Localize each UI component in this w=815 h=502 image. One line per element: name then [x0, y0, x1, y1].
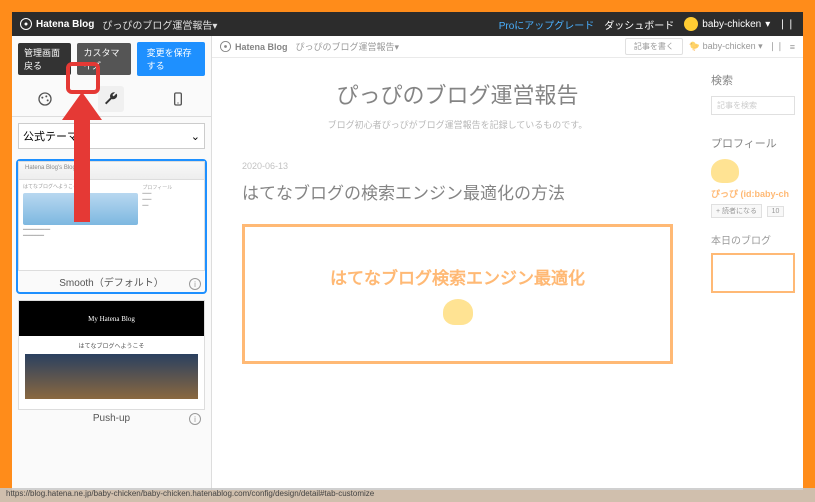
theme-preview-header: My Hatena Blog — [19, 301, 204, 336]
chick-illustration — [443, 299, 473, 325]
tab-palette[interactable] — [32, 86, 58, 112]
username-label: baby-chicken — [702, 19, 761, 30]
theme-list: Hatena Blog's Blog はてなブログへようこそ ━━━━━━━━━… — [12, 155, 211, 490]
bookmark-icon[interactable]: ❘❘ — [769, 41, 784, 52]
theme-preview-text: はてなブログへようこそ — [19, 336, 204, 354]
profile-avatar — [711, 159, 739, 183]
user-menu[interactable]: 🐤 baby-chicken ▾ — [689, 41, 763, 52]
post-eyecatch: はてなブログ検索エンジン最適化 — [242, 224, 673, 364]
tab-mobile[interactable] — [165, 86, 191, 112]
blog-name-dropdown[interactable]: ぴっぴのブログ運営報告▾ — [102, 17, 217, 32]
customize-label: カスタマイズ — [77, 43, 130, 75]
post-title[interactable]: はてなブログの検索エンジン最適化の方法 — [242, 179, 673, 204]
status-url: https://blog.hatena.ne.jp/baby-chicken/b… — [6, 489, 374, 498]
bookmark-icon[interactable]: ❘❘ — [778, 19, 795, 30]
sidebar-today-thumb[interactable] — [711, 253, 795, 293]
eyecatch-text: はてなブログ検索エンジン最適化 — [330, 264, 585, 289]
global-topbar: Hatena Blog ぴっぴのブログ運営報告▾ Proにアップグレード ダッシ… — [12, 12, 803, 36]
design-sidebar: 管理画面戻る カスタマイズ 変更を保存する 公式テーマ ⌄ — [12, 36, 212, 490]
hatena-icon — [20, 18, 32, 30]
chevron-down-icon: ⌄ — [191, 130, 200, 143]
menu-icon[interactable]: ≡ — [790, 42, 795, 52]
theme-preview-text: はてなブログへようこそ — [23, 184, 138, 191]
service-name: Hatena Blog — [235, 42, 288, 52]
info-icon[interactable]: i — [189, 413, 201, 425]
chevron-down-icon: ▾ — [765, 19, 770, 30]
theme-title: Smooth（デフォルト） — [18, 271, 205, 292]
write-post-button[interactable]: 記事を書く — [625, 38, 683, 55]
save-button[interactable]: 変更を保存する — [137, 42, 205, 76]
select-value: 公式テーマ — [23, 128, 78, 144]
back-button[interactable]: 管理画面戻る — [18, 43, 71, 75]
search-input[interactable]: 記事を検索 — [711, 96, 795, 115]
sidebar-today-heading: 本日のブログ — [711, 232, 795, 247]
design-tabs — [12, 82, 211, 117]
follow-button[interactable]: + 読者になる — [711, 204, 762, 218]
profile-name-link[interactable]: ぴっぴ (id:baby-ch — [711, 187, 795, 200]
hatena-icon — [220, 41, 231, 52]
dashboard-link[interactable]: ダッシュボード — [604, 17, 674, 32]
palette-icon — [37, 91, 53, 107]
theme-preview-header: Hatena Blog's Blog — [19, 162, 204, 180]
theme-card-pushup[interactable]: My Hatena Blog はてなブログへようこそ Push-up i — [16, 298, 207, 429]
hatena-logo[interactable]: Hatena Blog — [220, 41, 288, 52]
status-bar: https://blog.hatena.ne.jp/baby-chicken/b… — [0, 488, 815, 502]
theme-category-select[interactable]: 公式テーマ ⌄ — [18, 123, 205, 149]
upgrade-pro-link[interactable]: Proにアップグレード — [499, 17, 595, 32]
blog-subtitle: ブログ初心者ぴっぴがブログ運営報告を記録しているものです。 — [242, 118, 673, 131]
blog-name-dropdown[interactable]: ぴっぴのブログ運営報告▾ — [296, 40, 400, 53]
sidebar-profile-heading: プロフィール — [711, 135, 795, 151]
follower-count: 10 — [767, 206, 785, 217]
mobile-icon — [170, 91, 186, 107]
avatar-icon — [684, 17, 698, 31]
blog-title[interactable]: ぴっぴのブログ運営報告 — [242, 78, 673, 110]
tab-wrench[interactable] — [98, 86, 124, 112]
blog-preview: Hatena Blog ぴっぴのブログ運営報告▾ 記事を書く 🐤 baby-ch… — [212, 36, 803, 490]
service-name: Hatena Blog — [36, 19, 94, 30]
user-menu[interactable]: baby-chicken ▾ — [684, 17, 770, 31]
post-date: 2020-06-13 — [242, 161, 673, 171]
wrench-icon — [103, 91, 119, 107]
theme-title: Push-up — [18, 410, 205, 427]
sidebar-search-heading: 検索 — [711, 72, 795, 88]
hatena-logo[interactable]: Hatena Blog — [20, 18, 94, 30]
theme-card-smooth[interactable]: Hatena Blog's Blog はてなブログへようこそ ━━━━━━━━━… — [16, 159, 207, 294]
info-icon[interactable]: i — [189, 278, 201, 290]
